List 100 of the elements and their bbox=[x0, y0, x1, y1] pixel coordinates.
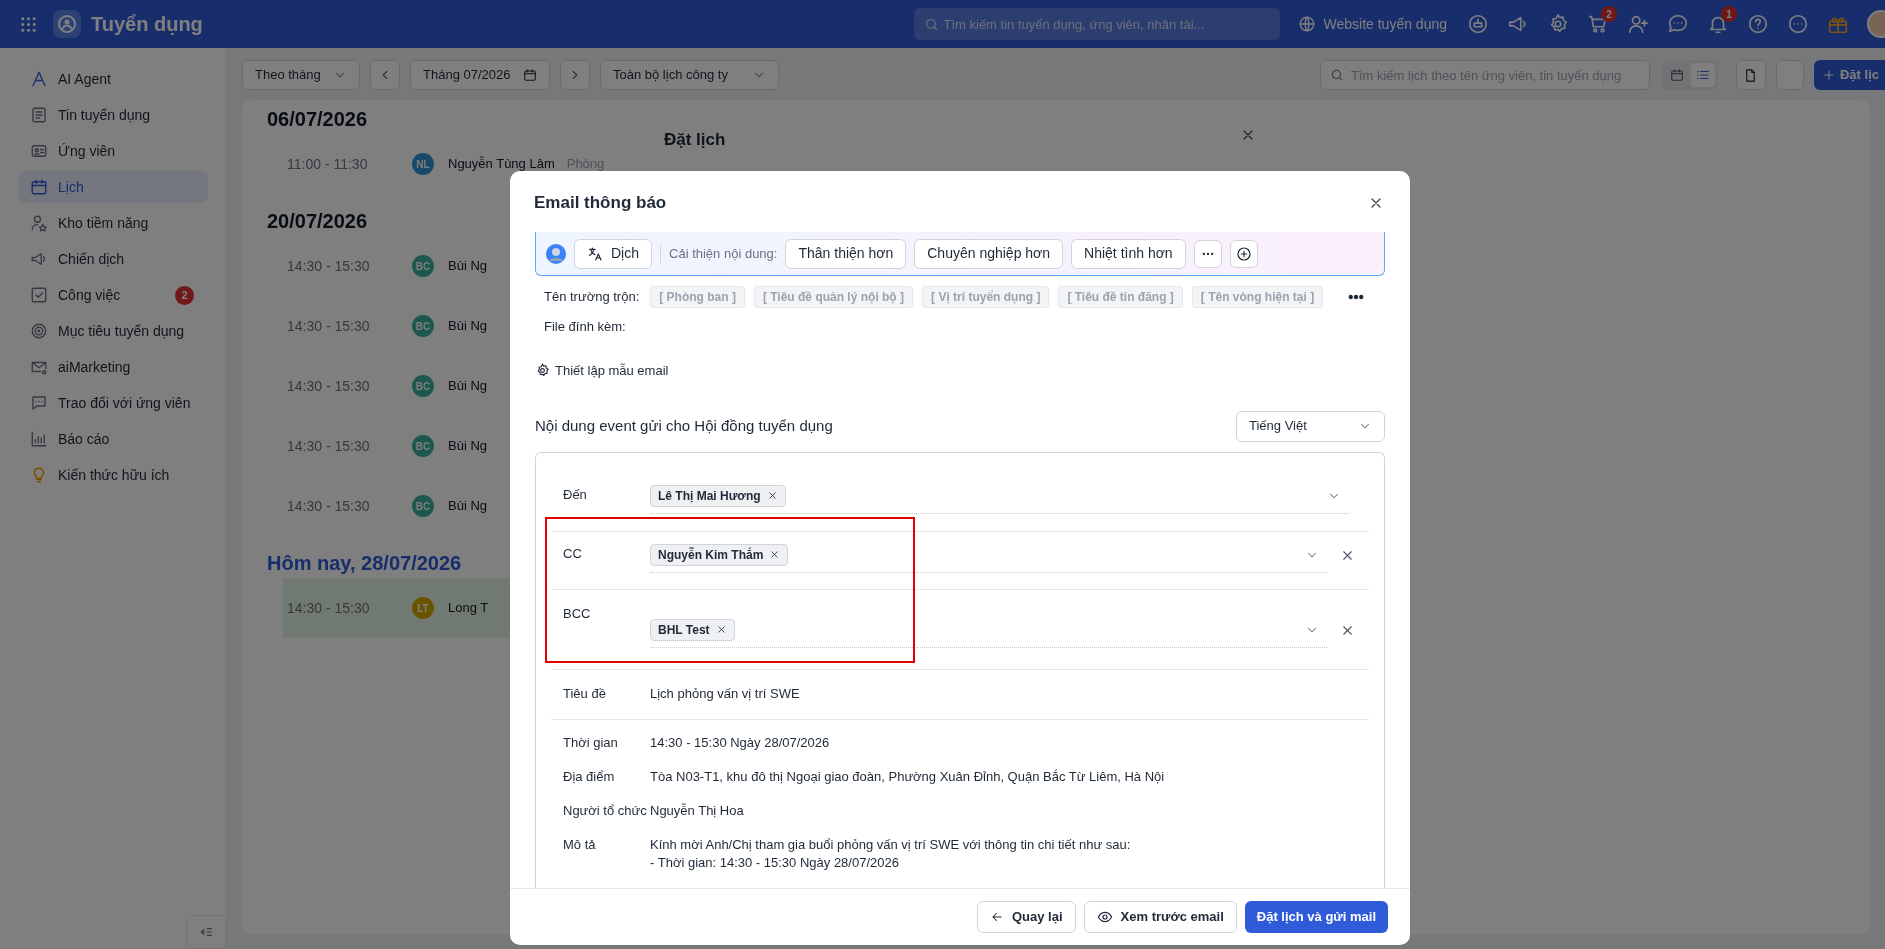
notification-badge: 2 bbox=[1601, 6, 1617, 22]
sidebar-item[interactable]: Báo cáo bbox=[18, 423, 208, 455]
target-icon bbox=[30, 322, 48, 340]
add-button[interactable] bbox=[1229, 239, 1258, 268]
notification-badge: 1 bbox=[1721, 6, 1737, 22]
sidebar-item[interactable]: Chiến dịch bbox=[18, 243, 208, 275]
avatar: NL bbox=[412, 153, 434, 175]
apps-grid-icon[interactable] bbox=[20, 15, 37, 33]
event-time: 14:30 - 15:30 bbox=[286, 256, 371, 276]
dialog-title: Đặt lịch bbox=[664, 129, 726, 149]
merge-field-tag[interactable]: [ Phòng ban ] bbox=[650, 286, 745, 308]
language-select[interactable]: Tiếng Việt bbox=[1236, 410, 1385, 442]
calendar-icon bbox=[523, 68, 537, 82]
website-link[interactable]: Website tuyển dụng bbox=[1297, 13, 1447, 35]
candidate-name: Bùi Ng bbox=[448, 497, 488, 516]
date-heading: 06/07/2026 bbox=[267, 107, 368, 132]
sidebar-item[interactable]: Trao đổi với ứng viên bbox=[18, 387, 208, 419]
agent-icon bbox=[30, 70, 48, 88]
tone-button[interactable]: Nhiệt tình hơn bbox=[1071, 238, 1186, 269]
megaphone-icon bbox=[30, 250, 48, 268]
arrow-left-icon bbox=[990, 910, 1004, 924]
plus-icon bbox=[1822, 68, 1836, 82]
remove-icon[interactable] bbox=[766, 490, 778, 501]
recipient-chip: Nguyễn Kim Thắm bbox=[650, 543, 789, 566]
ai-avatar-icon bbox=[546, 243, 566, 264]
preview-email-button[interactable]: Xem trước email bbox=[1083, 901, 1237, 933]
logo-icon[interactable] bbox=[53, 10, 81, 38]
detail-text: - Thời gian: 14:30 - 15:30 Ngày 28/07/2026 bbox=[650, 853, 900, 872]
schedule-and-send-button[interactable]: Đặt lịch và gửi mail bbox=[1244, 901, 1388, 933]
candidate-name: Bùi Ng bbox=[448, 437, 488, 456]
sidebar-item[interactable]: AI Agent bbox=[18, 63, 208, 95]
scope-select[interactable]: Toàn bộ lịch công ty bbox=[600, 60, 779, 90]
field-label: Thời gian bbox=[562, 733, 619, 752]
export-button[interactable] bbox=[1736, 60, 1766, 90]
globe-icon bbox=[1297, 15, 1316, 33]
avatar: BC bbox=[412, 255, 434, 277]
avatar: BC bbox=[412, 315, 434, 337]
avatar: LT bbox=[412, 597, 434, 619]
avatar: BC bbox=[412, 495, 434, 517]
attachments-label: File đính kèm: bbox=[544, 319, 626, 334]
month-picker[interactable]: Tháng 07/2026 bbox=[410, 60, 550, 90]
merge-fields-label: Tên trường trộn: bbox=[544, 288, 640, 307]
event-time: 11:00 - 11:30 bbox=[286, 154, 369, 174]
app-title: Tuyển dụng bbox=[91, 12, 203, 37]
back-button[interactable]: Quay lại bbox=[977, 901, 1076, 933]
dialog-title: Email thông báo bbox=[534, 191, 667, 214]
add-user-icon[interactable] bbox=[1627, 13, 1649, 35]
translate-icon bbox=[587, 245, 603, 262]
sidebar-item[interactable]: Kho tiềm năng bbox=[18, 207, 208, 239]
detail-text: Kính mời Anh/Chị tham gia buổi phỏng vấn vị trí SWE với thông tin chi tiết như sau: bbox=[650, 835, 1131, 854]
remove-icon[interactable] bbox=[769, 549, 781, 560]
recipient-chip: BHL Test bbox=[650, 618, 735, 641]
remove-icon[interactable] bbox=[715, 624, 727, 635]
candidate-name: Bùi Ng bbox=[448, 377, 488, 396]
bar-chart-icon bbox=[30, 430, 48, 448]
tone-button[interactable]: Thân thiện hơn bbox=[785, 238, 907, 269]
section-heading: Nội dung event gửi cho Hội đồng tuyển dụng bbox=[535, 415, 833, 436]
sidebar-item[interactable]: Kiến thức hữu ích bbox=[18, 459, 208, 491]
recipient-field[interactable]: BHL Test bbox=[650, 612, 1327, 648]
tone-button[interactable]: Chuyên nghiệp hơn bbox=[914, 238, 1064, 269]
document-icon bbox=[30, 106, 48, 124]
list-view-button[interactable] bbox=[1691, 63, 1715, 87]
merge-field-tag[interactable]: [ Tiêu đề quản lý nội bộ ] bbox=[753, 286, 914, 308]
calendar-icon bbox=[1670, 68, 1684, 82]
detail-text: Nguyễn Thị Hoa bbox=[650, 801, 744, 820]
search-icon bbox=[1330, 68, 1344, 82]
sidebar-item[interactable]: Tin tuyển dụng bbox=[18, 99, 208, 131]
sidebar-item[interactable]: Lịch bbox=[18, 171, 208, 203]
recipient-chip: Lê Thị Mai Hương bbox=[650, 484, 786, 507]
event-time: 14:30 - 15:30 bbox=[286, 436, 371, 456]
candidate-name: Nguyễn Tùng Lâm bbox=[448, 155, 555, 174]
field-label: CC bbox=[562, 544, 583, 563]
sidebar-item[interactable]: Mục tiêu tuyển dụng bbox=[18, 315, 208, 347]
candidate-name: Bùi Ng bbox=[448, 257, 488, 276]
email-template-link[interactable]: Thiết lập mẫu email bbox=[535, 361, 669, 381]
sidebar-item[interactable]: aiMarketing bbox=[18, 351, 208, 383]
help-icon[interactable] bbox=[1747, 13, 1769, 35]
add-schedule-button[interactable]: Đặt lịc bbox=[1814, 60, 1885, 90]
recipient-field[interactable]: Lê Thị Mai Hương bbox=[650, 478, 1349, 514]
chat-icon[interactable] bbox=[1667, 13, 1689, 35]
list-icon bbox=[1696, 68, 1710, 82]
id-card-icon bbox=[30, 142, 48, 160]
detail-text: 14:30 - 15:30 Ngày 28/07/2026 bbox=[650, 733, 830, 752]
date-heading: Hôm nay, 28/07/2026 bbox=[267, 551, 462, 576]
merge-field-tag[interactable]: [ Tên vòng hiện tại ] bbox=[1191, 286, 1324, 308]
sidebar-item[interactable]: Ứng viên bbox=[18, 135, 208, 167]
robot-icon[interactable] bbox=[1467, 13, 1489, 35]
view-select[interactable]: Theo tháng bbox=[242, 60, 360, 90]
event-time: 14:30 - 15:30 bbox=[286, 496, 371, 516]
candidate-name: Long T bbox=[448, 599, 489, 618]
detail-text: Tòa N03-T1, khu đô thị Ngoại giao đoàn, Phường Xuân Đỉnh, Quận Bắc Từ Liêm, Hà Nội bbox=[650, 767, 1165, 786]
improve-label: Cải thiện nội dung: bbox=[669, 244, 778, 263]
chat-icon bbox=[30, 394, 48, 412]
sidebar-item[interactable]: Công việc 2 bbox=[18, 279, 208, 311]
eye-icon bbox=[1096, 909, 1113, 925]
checkbox-icon bbox=[30, 286, 48, 304]
field-label: Mô tả bbox=[562, 835, 597, 854]
avatar: BC bbox=[412, 435, 434, 457]
translate-button[interactable]: Dịch bbox=[574, 238, 652, 269]
recipient-field[interactable]: Nguyễn Kim Thắm bbox=[650, 537, 1327, 573]
